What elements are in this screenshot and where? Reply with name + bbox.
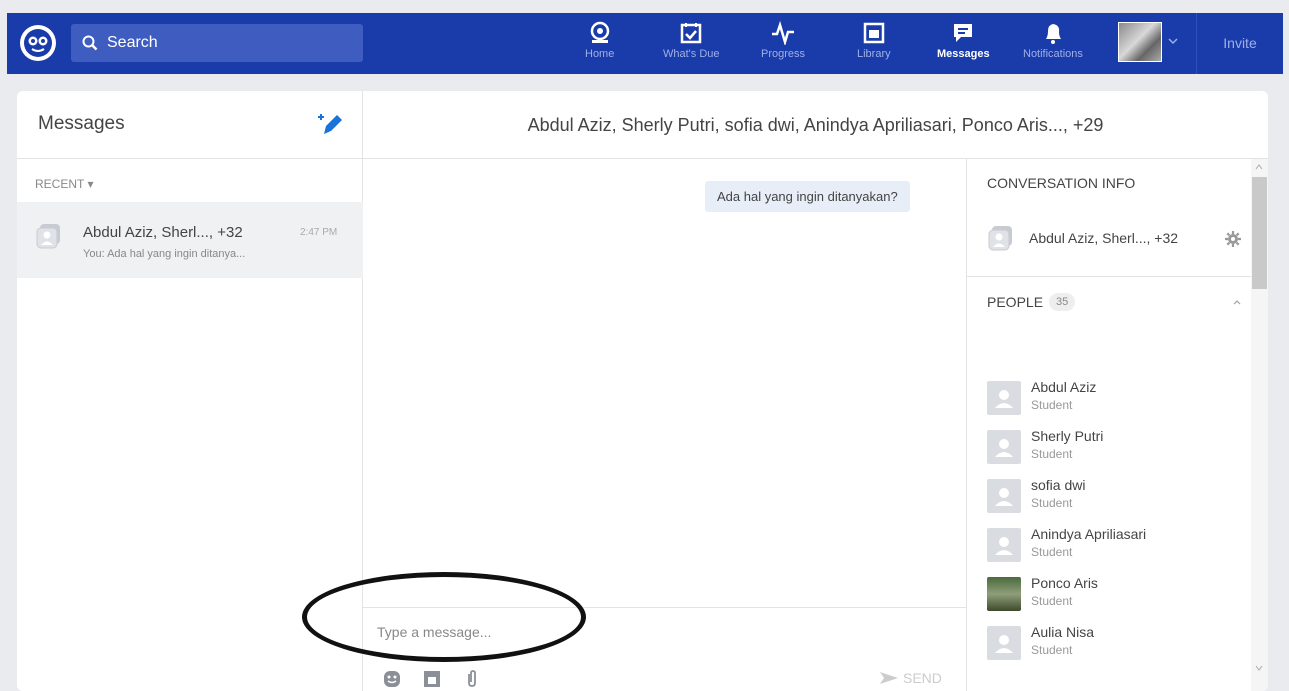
nav-messages[interactable]: Messages bbox=[937, 21, 990, 71]
conversation-info-pane: CONVERSATION INFO Abdul Aziz, Sherl..., … bbox=[966, 159, 1252, 691]
calendar-check-icon bbox=[681, 23, 702, 44]
person-name: Anindya Apriliasari bbox=[1031, 526, 1147, 542]
messages-panel: Messages RECENT ▾ Abdul Aziz, Sherl..., … bbox=[17, 91, 1268, 691]
scroll-down-icon[interactable] bbox=[1255, 664, 1263, 672]
person-role: Student bbox=[1031, 398, 1073, 412]
person-role: Student bbox=[1031, 594, 1073, 608]
nav-library-label: Library bbox=[857, 48, 891, 60]
recent-filter[interactable]: RECENT ▾ bbox=[35, 177, 93, 191]
top-navigation-bar: Home What's Due Progress Library Message… bbox=[7, 13, 1283, 74]
conversation-title: Abdul Aziz, Sherly Putri, sofia dwi, Ani… bbox=[527, 115, 1104, 135]
nav-progress[interactable]: Progress bbox=[761, 21, 805, 71]
invite-button[interactable]: Invite bbox=[1205, 35, 1275, 51]
emoji-icon[interactable] bbox=[383, 670, 401, 688]
conversation-info-heading: CONVERSATION INFO bbox=[987, 175, 1136, 191]
person-role: Student bbox=[1031, 496, 1073, 510]
scrollbar-thumb[interactable] bbox=[1252, 177, 1267, 289]
library-attach-icon[interactable] bbox=[423, 670, 441, 688]
page-title: Messages bbox=[38, 113, 125, 134]
person-name: sofia dwi bbox=[1031, 477, 1086, 493]
scroll-up-icon[interactable] bbox=[1255, 163, 1263, 171]
info-scrollbar[interactable] bbox=[1251, 159, 1268, 691]
person-name: Sherly Putri bbox=[1031, 428, 1104, 444]
conversation-header: Abdul Aziz, Sherly Putri, sofia dwi, Ani… bbox=[363, 91, 1268, 159]
group-chat-icon bbox=[36, 224, 60, 249]
avatar-placeholder-icon bbox=[987, 381, 1021, 415]
nav-progress-label: Progress bbox=[761, 48, 806, 60]
paperclip-icon[interactable] bbox=[463, 670, 481, 688]
search-box[interactable] bbox=[71, 24, 363, 62]
group-name: Abdul Aziz, Sherl..., +32 bbox=[1029, 230, 1179, 246]
pulse-icon bbox=[772, 21, 795, 45]
message-bubble: Ada hal yang ingin ditanyakan? bbox=[705, 181, 910, 212]
person-item[interactable]: Abdul Aziz Student bbox=[987, 377, 1247, 423]
conversation-time: 2:47 PM bbox=[300, 227, 338, 238]
bell-icon bbox=[1045, 24, 1061, 44]
person-role: Student bbox=[1031, 643, 1073, 657]
conversation-item[interactable]: Abdul Aziz, Sherl..., +32 2:47 PM You: A… bbox=[17, 202, 363, 278]
person-role: Student bbox=[1031, 545, 1073, 559]
send-icon bbox=[880, 672, 898, 684]
nav-whats-due[interactable]: What's Due bbox=[663, 21, 720, 71]
avatar-placeholder-icon bbox=[987, 528, 1021, 562]
home-icon bbox=[590, 21, 609, 43]
person-name: Aulia Nisa bbox=[1031, 624, 1095, 640]
nav-notifications-label: Notifications bbox=[1023, 48, 1083, 60]
chevron-down-icon[interactable] bbox=[1167, 35, 1179, 47]
nav-library[interactable]: Library bbox=[857, 21, 891, 71]
messages-header: Messages bbox=[17, 91, 362, 159]
person-item[interactable]: Ponco Aris Student bbox=[987, 573, 1247, 619]
nav-home-label: Home bbox=[585, 48, 615, 60]
nav-messages-label: Messages bbox=[937, 48, 990, 60]
avatar bbox=[987, 577, 1021, 611]
user-avatar[interactable] bbox=[1118, 22, 1162, 62]
avatar-placeholder-icon bbox=[987, 479, 1021, 513]
nav-whats-due-label: What's Due bbox=[663, 48, 720, 60]
chevron-up-icon[interactable] bbox=[1232, 297, 1242, 307]
gear-icon[interactable] bbox=[1225, 231, 1241, 247]
avatar-placeholder-icon bbox=[987, 626, 1021, 660]
conversation-name: Abdul Aziz, Sherl..., +32 bbox=[83, 224, 243, 241]
person-item[interactable]: Sherly Putri Student bbox=[987, 426, 1247, 472]
nav-notifications[interactable]: Notifications bbox=[1023, 21, 1083, 71]
people-label: PEOPLE bbox=[987, 294, 1044, 310]
nav-divider bbox=[1196, 13, 1197, 74]
group-info-row: Abdul Aziz, Sherl..., +32 bbox=[967, 209, 1252, 277]
person-item[interactable]: Anindya Apriliasari Student bbox=[987, 524, 1247, 570]
person-item[interactable]: Aulia Nisa Student bbox=[987, 622, 1247, 668]
send-label: SEND bbox=[903, 670, 942, 686]
search-icon bbox=[82, 35, 98, 51]
send-button[interactable]: SEND bbox=[879, 670, 942, 686]
library-icon bbox=[863, 22, 885, 44]
edmodo-logo-icon[interactable] bbox=[20, 25, 56, 61]
people-section-header[interactable]: PEOPLE 35 bbox=[987, 293, 1076, 311]
person-name: Abdul Aziz bbox=[1031, 379, 1097, 395]
nav-home[interactable]: Home bbox=[585, 21, 614, 71]
person-role: Student bbox=[1031, 447, 1073, 461]
messages-icon bbox=[954, 24, 973, 42]
conversation-preview: You: Ada hal yang ingin ditanya... bbox=[83, 248, 246, 260]
search-input[interactable] bbox=[107, 34, 347, 52]
compose-message-icon[interactable] bbox=[315, 109, 345, 139]
annotation-ellipse bbox=[302, 572, 586, 662]
avatar-placeholder-icon bbox=[987, 430, 1021, 464]
people-count-badge: 35 bbox=[1049, 293, 1076, 311]
person-item[interactable]: sofia dwi Student bbox=[987, 475, 1247, 521]
group-chat-icon bbox=[988, 226, 1012, 251]
person-name: Ponco Aris bbox=[1031, 575, 1098, 591]
chat-area: Ada hal yang ingin ditanyakan? SEND bbox=[302, 159, 966, 691]
recent-label: RECENT bbox=[35, 177, 85, 191]
